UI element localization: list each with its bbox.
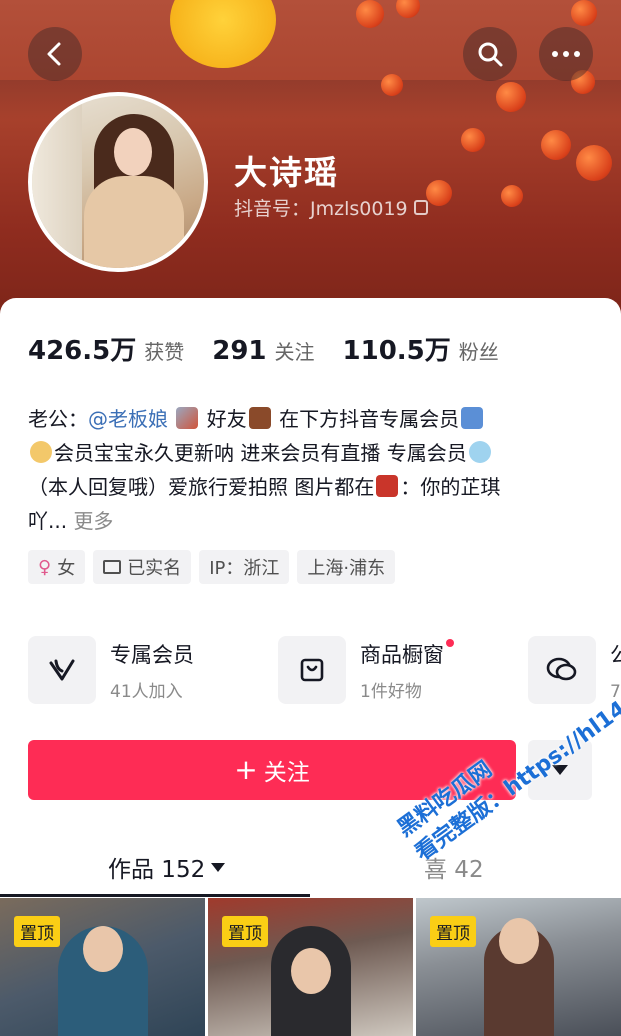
video-thumbnail[interactable]: 置顶 — [208, 898, 413, 1036]
pinned-badge: 置顶 — [14, 916, 60, 947]
more-dots-icon — [552, 51, 580, 57]
rocket-emoji-icon — [176, 407, 199, 429]
profile-name: 大诗瑶 — [234, 153, 339, 192]
chevron-left-icon — [47, 42, 61, 66]
search-icon — [478, 42, 503, 67]
tag-verified: 已实名 — [93, 550, 192, 584]
tag-gender: ♀ 女 — [28, 550, 86, 584]
female-icon: ♀ — [38, 556, 52, 578]
stat-following[interactable]: 291 关注 — [212, 336, 314, 366]
bio-text: 老公：@老板娘 好友 在下方抖音专属会员 会员宝宝永久更新呐 进来会员有直播 专… — [28, 407, 501, 533]
notification-dot — [446, 638, 454, 647]
stat-value: 426.5万 — [28, 336, 137, 366]
bio-more-link[interactable]: 更多 — [73, 509, 113, 533]
bag-icon — [278, 636, 346, 704]
douyin-id-text: 抖音号：Jmzls0019 — [234, 198, 408, 220]
bubbles-emoji-icon — [468, 441, 491, 463]
feature-entries: 专属会员 41人加入 商品橱窗 1件好物 公 7个 — [28, 636, 621, 704]
more-button[interactable] — [539, 27, 593, 81]
tag-location: 上海·浦东 — [297, 550, 396, 584]
stats-row: 426.5万 获赞 291 关注 110.5万 粉丝 — [28, 330, 527, 367]
v-icon — [28, 636, 96, 704]
video-thumbnail[interactable]: 置顶 — [0, 898, 205, 1036]
douyin-id[interactable]: 抖音号：Jmzls0019 — [234, 194, 428, 221]
tab-works[interactable]: 作品 152 — [108, 850, 226, 884]
back-button[interactable] — [28, 27, 82, 81]
pinned-badge: 置顶 — [222, 916, 268, 947]
triangle-down-icon — [211, 862, 226, 872]
profile-tags: ♀ 女 已实名 IP：浙江 上海·浦东 — [28, 550, 396, 584]
entry-shop-window[interactable]: 商品橱窗 1件好物 — [278, 636, 528, 704]
door-emoji-icon — [248, 407, 271, 429]
stat-label: 关注 — [274, 340, 315, 364]
plus-icon: + — [234, 753, 258, 786]
tag-ip: IP：浙江 — [199, 550, 290, 584]
entry-membership[interactable]: 专属会员 41人加入 — [28, 636, 278, 704]
avatar[interactable] — [28, 92, 208, 272]
down-arrow-emoji-icon — [461, 407, 484, 429]
stat-likes[interactable]: 426.5万 获赞 — [28, 330, 184, 367]
content-tabs: 作品 152 喜 42 — [0, 836, 621, 897]
works-grid: 置顶 置顶 置顶 — [0, 898, 621, 1036]
stat-label: 获赞 — [144, 340, 185, 364]
raised-hands-emoji-icon — [30, 441, 52, 463]
stat-label: 粉丝 — [458, 340, 499, 364]
mention-link[interactable]: @老板娘 — [88, 407, 168, 431]
follow-label: 关注 — [263, 760, 310, 786]
stat-value: 110.5万 — [342, 336, 451, 366]
search-button[interactable] — [463, 27, 517, 81]
id-card-icon — [103, 560, 122, 574]
pinned-badge: 置顶 — [430, 916, 476, 947]
stat-followers[interactable]: 110.5万 粉丝 — [343, 330, 499, 367]
scarf-emoji-icon — [376, 475, 399, 497]
video-thumbnail[interactable]: 置顶 — [416, 898, 621, 1036]
sun-decoration — [170, 0, 276, 68]
tab-indicator — [0, 894, 310, 897]
copy-icon[interactable] — [413, 200, 428, 215]
stat-value: 291 — [212, 336, 267, 366]
